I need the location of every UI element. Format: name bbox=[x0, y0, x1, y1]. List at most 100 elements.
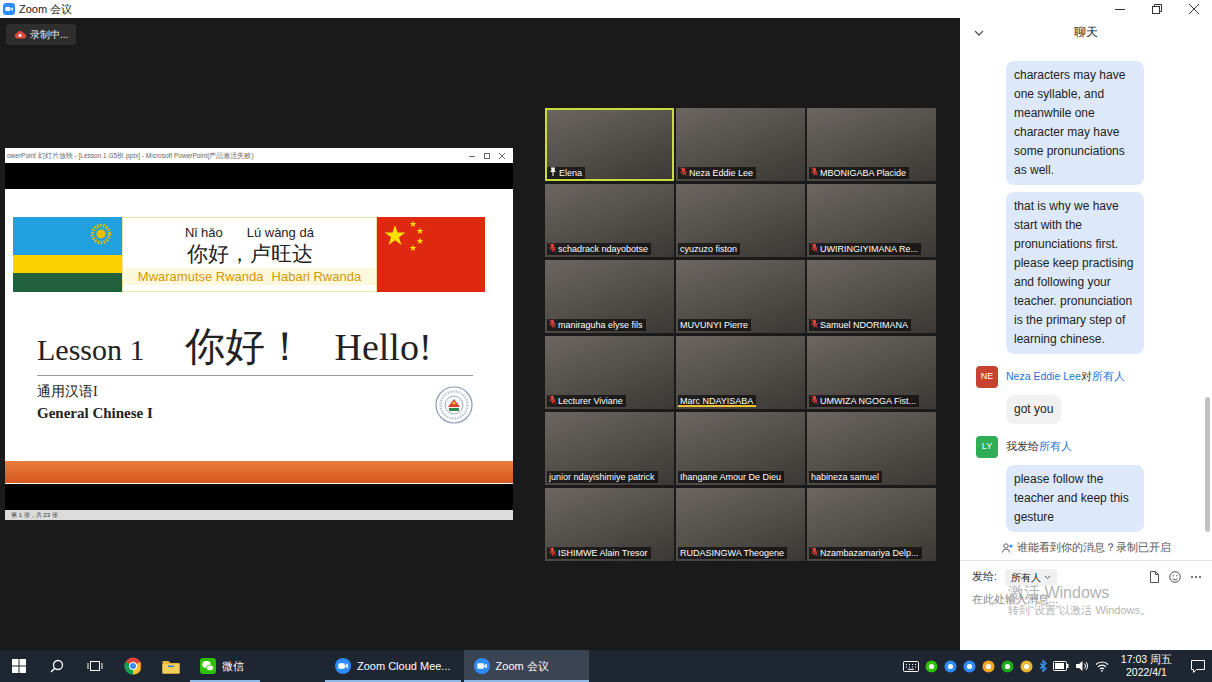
connector: 对 bbox=[1081, 370, 1092, 382]
wechat-icon bbox=[200, 658, 216, 674]
message-meta: Neza Eddie Lee对所有人 bbox=[1006, 369, 1125, 385]
message-input[interactable] bbox=[972, 587, 1202, 646]
clock[interactable]: 17:03 周五2022/4/1 bbox=[1115, 653, 1178, 679]
participant-tile[interactable]: ISHIMWE Alain Tresor bbox=[545, 488, 674, 561]
visibility-notice[interactable]: 谁能看到你的消息？录制已开启 bbox=[960, 536, 1212, 560]
emoji-button[interactable] bbox=[1169, 571, 1181, 583]
chat-header: 聊天 bbox=[960, 18, 1212, 46]
cloud-record-icon bbox=[14, 30, 26, 39]
message-group: LY我发给所有人please follow the teacher and ke… bbox=[976, 436, 1196, 532]
participant-tile[interactable]: RUDASINGWA Theogene bbox=[676, 488, 805, 561]
subtitle: Habari Rwanda bbox=[272, 268, 362, 285]
participant-name: UWIRINGIYIMANA Re... bbox=[820, 243, 918, 255]
participant-tile[interactable]: UWIRINGIYIMANA Re... bbox=[807, 184, 936, 257]
divider bbox=[37, 375, 473, 376]
participant-tile[interactable]: Samuel NDORIMANA bbox=[807, 260, 936, 333]
minimize-icon bbox=[469, 153, 475, 159]
participant-tile[interactable]: Nzambazamariya Delp... bbox=[807, 488, 936, 561]
app-label: Zoom Cloud Mee... bbox=[357, 658, 451, 675]
recording-label: 录制中... bbox=[30, 27, 68, 42]
participant-name: Ihangane Amour De Dieu bbox=[680, 471, 781, 483]
speaker-icon bbox=[1075, 660, 1089, 672]
chevron-down-icon bbox=[1044, 575, 1051, 580]
search-icon bbox=[50, 659, 64, 673]
notification-button[interactable] bbox=[1184, 660, 1212, 673]
message-bubble: characters may have one syllable, and me… bbox=[1006, 61, 1144, 185]
name-label: ISHIMWE Alain Tresor bbox=[547, 547, 651, 559]
powerpoint-title: owerPoint 幻灯片放映 - [Lesson 1 G5班.pptx] - … bbox=[7, 151, 254, 161]
file-button[interactable] bbox=[1149, 571, 1160, 583]
explorer-button[interactable] bbox=[152, 650, 190, 682]
zoom-window: Zoom 会议 录制中... owerPoint 幻灯片放映 - [Lesson 1… bbox=[0, 0, 1212, 682]
minimize-button[interactable] bbox=[1101, 0, 1138, 18]
chrome-icon bbox=[124, 657, 142, 675]
participant-name: ISHIMWE Alain Tresor bbox=[558, 547, 648, 559]
muted-mic-icon bbox=[811, 547, 818, 556]
zoom-icon bbox=[335, 658, 351, 674]
wifi-icon bbox=[1095, 660, 1109, 672]
greeting: 你好，卢旺达 bbox=[187, 241, 313, 268]
more-button[interactable] bbox=[1190, 575, 1202, 579]
muted-mic-icon bbox=[811, 319, 818, 328]
subtitle-line: Mwaramutse RwandaHabari Rwanda bbox=[123, 268, 376, 285]
name-label: MBONIGABA Placide bbox=[809, 167, 909, 179]
participant-tile[interactable]: Lecturer Viviane bbox=[545, 336, 674, 409]
participant-name: RUDASINGWA Theogene bbox=[680, 547, 784, 559]
date: 2022/4/1 bbox=[1121, 666, 1172, 679]
participant-tile[interactable]: MUVUNYI Pierre bbox=[676, 260, 805, 333]
close-icon bbox=[499, 153, 505, 159]
taskbar-app[interactable]: Zoom Cloud Mee... bbox=[325, 650, 461, 682]
windows-logo-icon bbox=[12, 659, 26, 673]
zoom-logo-icon bbox=[3, 3, 15, 15]
chrome-button[interactable] bbox=[114, 650, 152, 682]
sender-name: 我 bbox=[1006, 440, 1017, 452]
restore-button[interactable] bbox=[1138, 0, 1175, 18]
compose-tools bbox=[1149, 571, 1202, 583]
chat-panel: 聊天 characters may have one syllable, and … bbox=[960, 18, 1212, 650]
start-button[interactable] bbox=[0, 650, 38, 682]
name-label: UWIRINGIYIMANA Re... bbox=[809, 243, 921, 255]
chat-scrollbar[interactable] bbox=[1205, 48, 1210, 532]
participant-tile[interactable]: Elena bbox=[545, 108, 674, 181]
running-indicator bbox=[190, 680, 260, 682]
taskbar-app[interactable]: 微信 bbox=[190, 650, 260, 682]
task-view-button[interactable] bbox=[76, 650, 114, 682]
app-icon-slot bbox=[335, 658, 351, 674]
participant-tile[interactable]: Ihangane Amour De Dieu bbox=[676, 412, 805, 485]
muted-mic-icon bbox=[811, 167, 818, 176]
system-tray: 17:03 周五2022/4/1 bbox=[903, 650, 1212, 682]
name-label: Nzambazamariya Delp... bbox=[809, 547, 922, 559]
notice-text: 谁能看到你的消息？录制已开启 bbox=[1017, 540, 1171, 556]
powerpoint-status-bar: 第 1 张，共 23 张 bbox=[5, 510, 513, 520]
course-english: General Chinese I bbox=[37, 402, 153, 424]
muted-mic-icon bbox=[549, 547, 556, 556]
participant-tile[interactable]: schadrack ndayobotse bbox=[545, 184, 674, 257]
participant-name: cyuzuzo fiston bbox=[680, 243, 737, 255]
collapse-button[interactable] bbox=[974, 23, 984, 41]
person-icon bbox=[1002, 543, 1013, 553]
participant-tile[interactable]: Neza Eddie Lee bbox=[676, 108, 805, 181]
taskbar-app[interactable]: Zoom 会议 bbox=[464, 650, 589, 682]
recipient-dropdown[interactable]: 所有人 bbox=[1005, 569, 1057, 586]
participant-tile[interactable]: UMWIZA NGOGA Fist... bbox=[807, 336, 936, 409]
search-button[interactable] bbox=[38, 650, 76, 682]
name-label: Marc NDAYISABA bbox=[678, 395, 756, 407]
participant-tile[interactable]: cyuzuzo fiston bbox=[676, 184, 805, 257]
muted-mic-icon bbox=[549, 395, 556, 404]
pin-icon bbox=[549, 167, 557, 176]
participant-tile[interactable]: habineza samuel bbox=[807, 412, 936, 485]
participant-tile[interactable]: junior ndayishimiye patrick bbox=[545, 412, 674, 485]
message-list: characters may have one syllable, and me… bbox=[960, 46, 1212, 536]
tray-app-icon bbox=[925, 660, 938, 673]
participant-tile[interactable]: Marc NDAYISABA bbox=[676, 336, 805, 409]
course-chinese: 通用汉语I bbox=[37, 382, 153, 402]
participant-tile[interactable]: maniraguha elyse fils bbox=[545, 260, 674, 333]
recording-indicator[interactable]: 录制中... bbox=[6, 24, 76, 45]
sender-name: Neza Eddie Lee bbox=[1006, 370, 1081, 382]
name-label: Lecturer Viviane bbox=[547, 395, 626, 407]
mic-slot bbox=[549, 319, 556, 331]
participant-tile[interactable]: MBONIGABA Placide bbox=[807, 108, 936, 181]
close-button[interactable] bbox=[1175, 0, 1212, 18]
pin-slot bbox=[549, 167, 557, 179]
scroll-thumb[interactable] bbox=[1205, 397, 1210, 532]
